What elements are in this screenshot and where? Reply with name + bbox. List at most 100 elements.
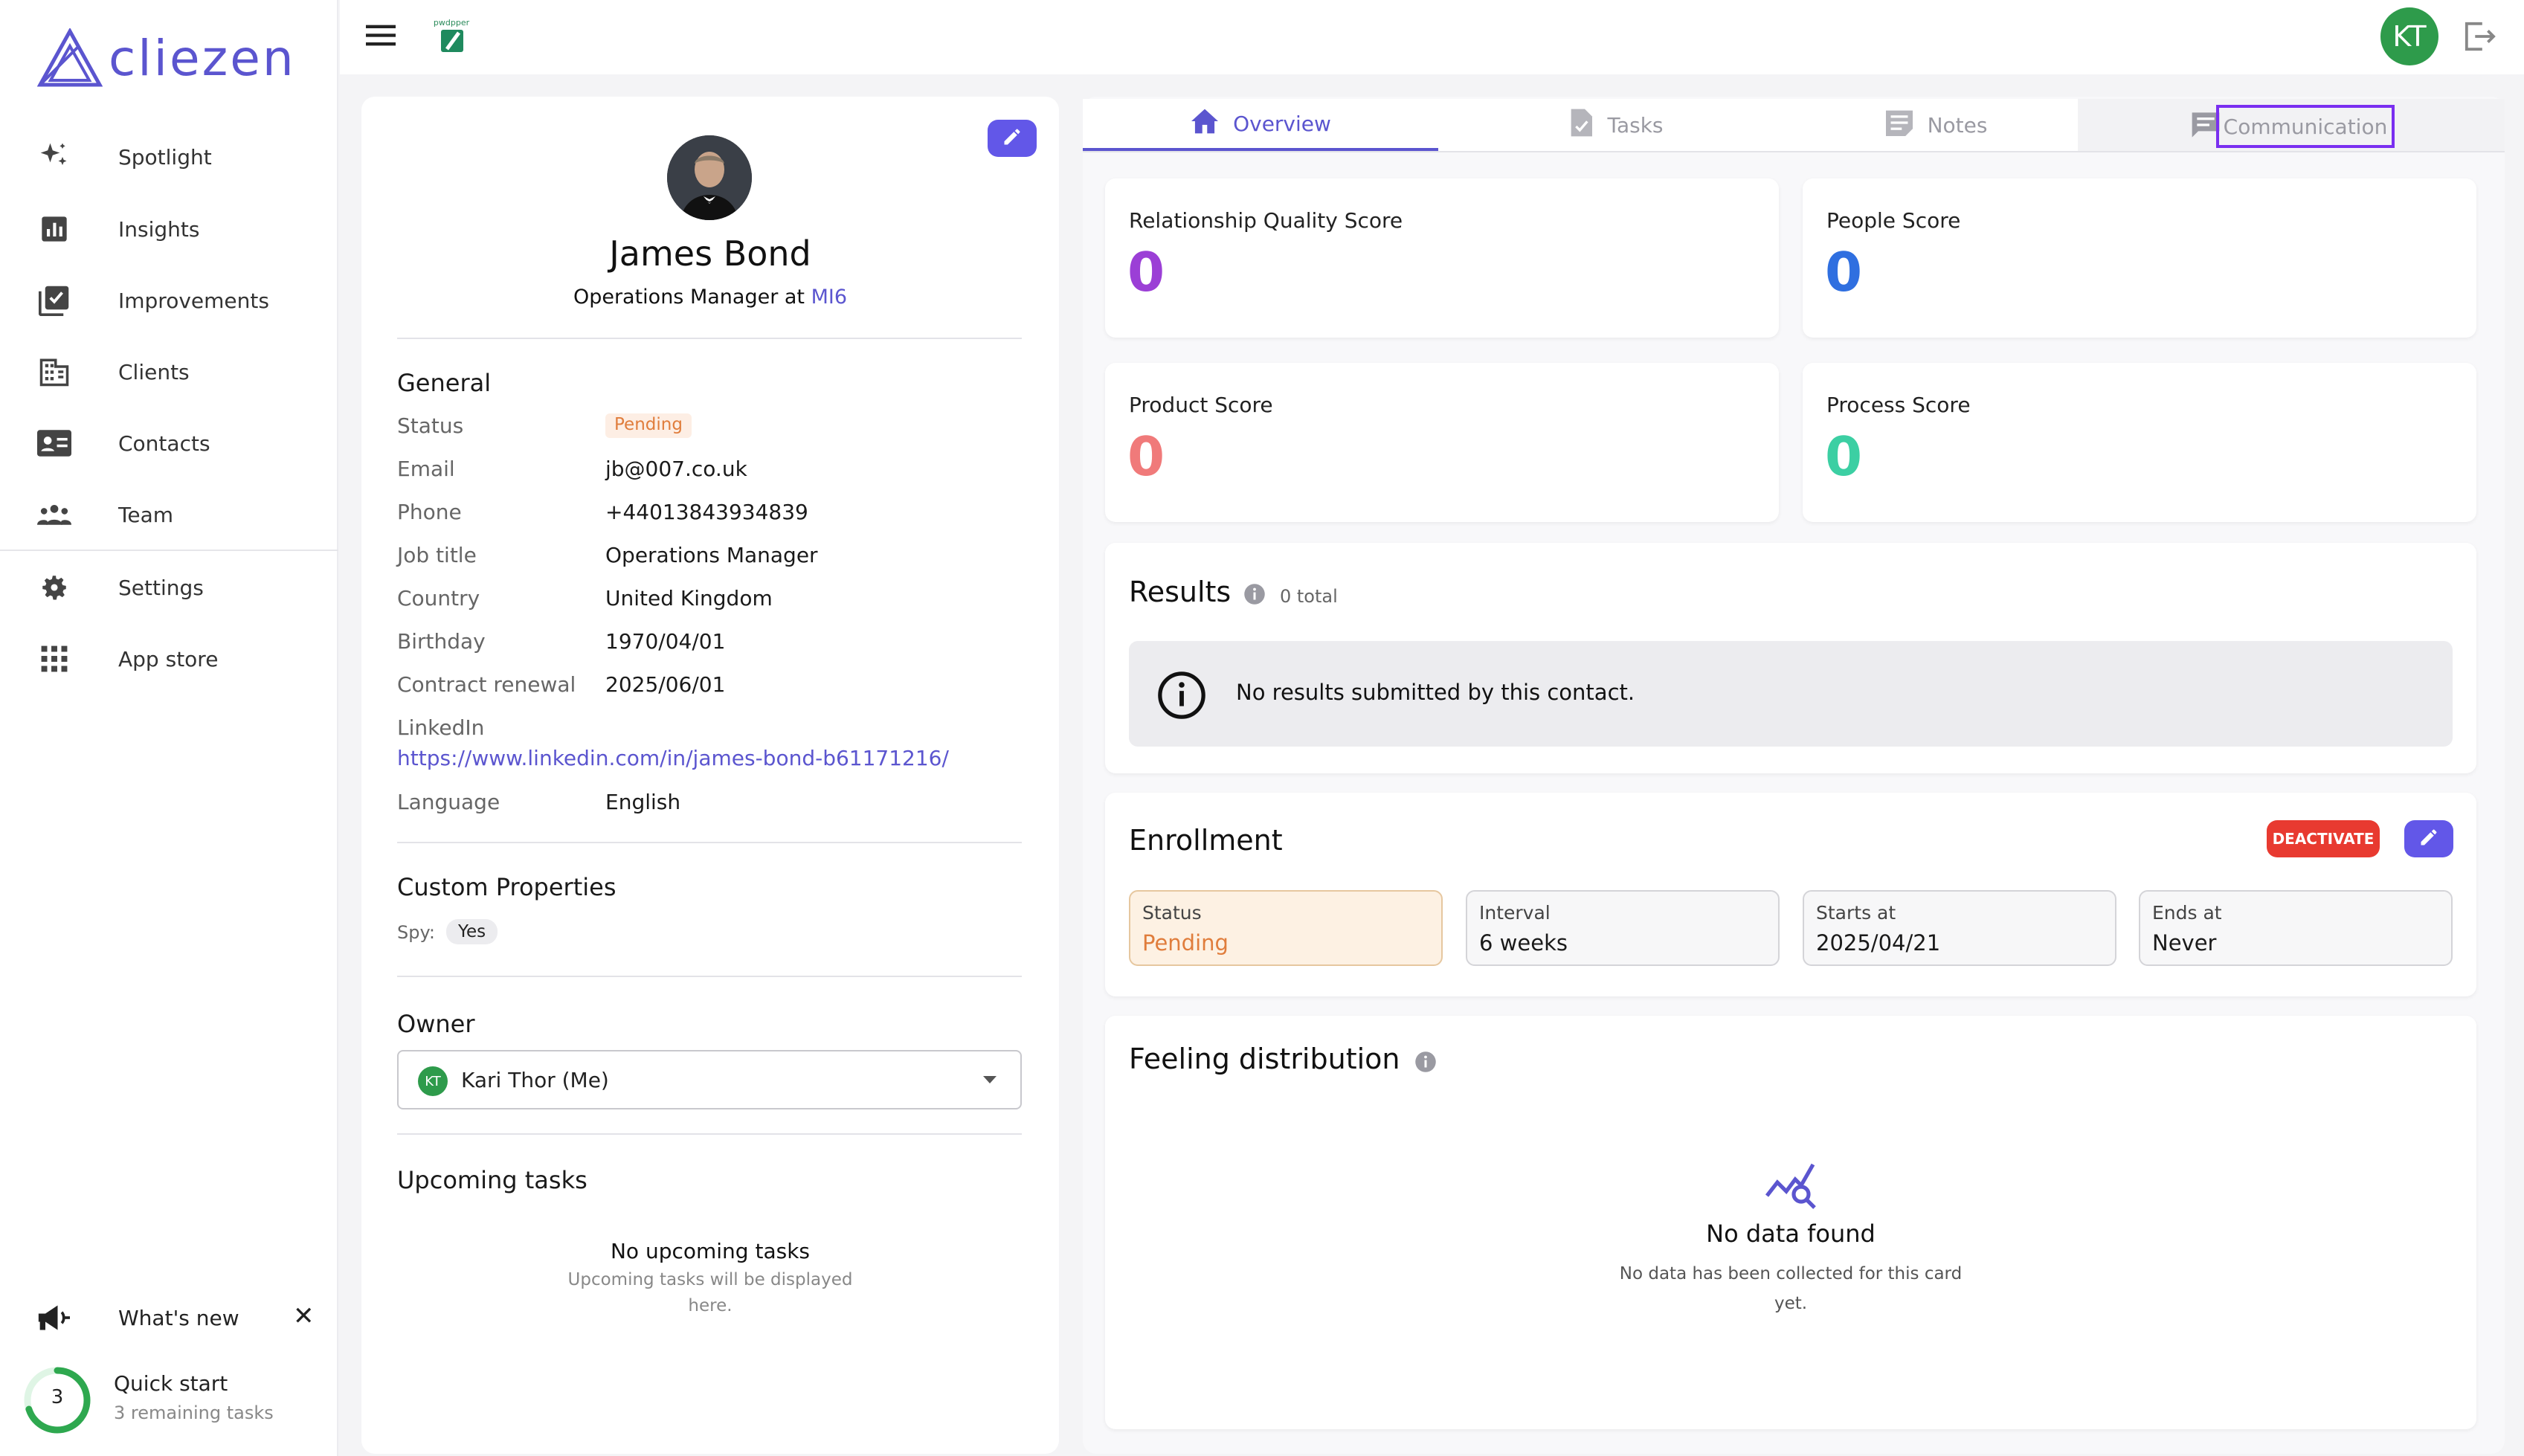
- tab-communication[interactable]: Communication: [2183, 99, 2407, 151]
- results-count: 0 total: [1280, 586, 1338, 607]
- logo-mark-icon: [37, 28, 103, 87]
- contact-role: Operations Manager at MI6: [361, 286, 1059, 309]
- score-value: 0: [1825, 425, 1863, 488]
- sidebar-item-label: Spotlight: [118, 144, 212, 170]
- contact-role-text: Operations Manager at: [573, 286, 811, 309]
- sidebar-item-insights[interactable]: Insights: [0, 199, 338, 259]
- contact-card-icon: [37, 426, 71, 460]
- logo-text: cliezen: [109, 29, 296, 87]
- sidebar-item-spotlight[interactable]: Spotlight: [0, 127, 338, 187]
- sidebar-item-app-store[interactable]: App store: [0, 629, 338, 689]
- sidebar-divider: [0, 550, 338, 551]
- field-value: jb@007.co.uk: [605, 457, 747, 481]
- user-initials: KT: [2392, 20, 2427, 53]
- field-phone: Phone +44013843934839: [397, 500, 808, 524]
- checklist-icon: [37, 283, 71, 318]
- enrollment-status-box: Status Pending: [1129, 890, 1443, 966]
- info-icon[interactable]: [1243, 583, 1266, 608]
- chart-icon: [37, 212, 71, 246]
- enrollment-label: Interval: [1479, 902, 1551, 924]
- field-label: Language: [397, 790, 500, 814]
- sidebar-item-label: Settings: [118, 575, 204, 600]
- whats-new-item[interactable]: What's new ✕: [0, 1292, 338, 1343]
- field-value: +44013843934839: [605, 500, 808, 524]
- upcoming-tasks-heading: Upcoming tasks: [397, 1166, 587, 1194]
- custom-properties-heading: Custom Properties: [397, 873, 616, 901]
- megaphone-icon: [36, 1301, 71, 1337]
- field-label: LinkedIn: [397, 715, 485, 740]
- cliezen-logo[interactable]: cliezen: [37, 28, 296, 88]
- hamburger-menu-icon[interactable]: [366, 22, 396, 51]
- edit-enrollment-button[interactable]: [2404, 820, 2453, 857]
- top-bar: pwdpper KT: [340, 0, 2524, 74]
- field-value: United Kingdom: [605, 586, 773, 611]
- enrollment-interval-box: Interval 6 weeks: [1466, 890, 1780, 966]
- tab-notes[interactable]: Notes: [1794, 99, 2078, 151]
- divider: [397, 338, 1022, 339]
- field-contract-renewal: Contract renewal 2025/06/01: [397, 672, 725, 697]
- sidebar-item-settings[interactable]: Settings: [0, 558, 338, 617]
- whats-new-label: What's new: [118, 1306, 239, 1330]
- logout-icon[interactable]: [2462, 21, 2496, 55]
- field-value: English: [605, 790, 681, 814]
- company-link[interactable]: MI6: [811, 286, 847, 309]
- enrollment-value: 6 weeks: [1479, 930, 1568, 956]
- people-score-card: People Score 0: [1803, 178, 2476, 338]
- tab-tasks[interactable]: Tasks: [1438, 99, 1794, 151]
- linkedin-link[interactable]: https://www.linkedin.com/in/james-bond-b…: [397, 746, 949, 770]
- sidebar-item-label: Clients: [118, 359, 190, 384]
- results-empty-alert: No results submitted by this contact.: [1129, 641, 2453, 747]
- feeling-distribution-heading: Feeling distribution: [1129, 1043, 1400, 1075]
- edit-profile-button[interactable]: [988, 120, 1037, 157]
- enrollment-label: Status: [1142, 902, 1202, 924]
- portrait-image: [667, 135, 752, 220]
- field-value: 1970/04/01: [605, 629, 726, 654]
- info-circle-icon: [1156, 669, 1208, 724]
- field-label: Status: [397, 413, 464, 438]
- quick-start-item[interactable]: 3 Quick start 3 remaining tasks: [0, 1362, 338, 1438]
- sidebar-item-label: Team: [118, 502, 174, 527]
- score-label: People Score: [1826, 208, 1961, 233]
- quick-start-subtitle: 3 remaining tasks: [114, 1402, 274, 1423]
- enrollment-label: Ends at: [2152, 902, 2222, 924]
- custom-property-chip: Yes: [446, 919, 498, 944]
- field-birthday: Birthday 1970/04/01: [397, 629, 725, 654]
- score-label: Product Score: [1129, 393, 1273, 417]
- status-badge: Pending: [605, 413, 692, 438]
- process-score-card: Process Score 0: [1803, 363, 2476, 522]
- score-label: Relationship Quality Score: [1129, 208, 1403, 233]
- product-score-card: Product Score 0: [1105, 363, 1779, 522]
- score-value: 0: [1127, 241, 1165, 303]
- quick-start-count: 3: [51, 1386, 64, 1408]
- results-heading: Results: [1129, 576, 1232, 608]
- sidebar-item-clients[interactable]: Clients: [0, 342, 338, 402]
- field-label: Contract renewal: [397, 672, 576, 697]
- field-label: Birthday: [397, 629, 486, 654]
- divider: [397, 976, 1022, 977]
- chevron-down-icon: [982, 1074, 998, 1088]
- enrollment-value: Pending: [1142, 930, 1229, 956]
- enrollment-value: Never: [2152, 930, 2217, 956]
- sidebar-item-team[interactable]: Team: [0, 485, 338, 544]
- field-country: Country United Kingdom: [397, 586, 773, 611]
- enrollment-starts-box: Starts at 2025/04/21: [1803, 890, 2116, 966]
- enrollment-label: Starts at: [1816, 902, 1896, 924]
- partner-logo-icon: [441, 30, 463, 52]
- owner-avatar: KT: [418, 1066, 448, 1096]
- contact-name: James Bond: [609, 233, 811, 274]
- field-linkedin: LinkedIn: [397, 715, 605, 740]
- deactivate-button[interactable]: DEACTIVATE: [2267, 820, 2380, 857]
- field-status: Status Pending: [397, 413, 692, 438]
- sidebar-item-improvements[interactable]: Improvements: [0, 271, 338, 330]
- field-language: Language English: [397, 790, 680, 814]
- tab-overview[interactable]: Overview: [1083, 99, 1438, 151]
- enrollment-ends-box: Ends at Never: [2139, 890, 2453, 966]
- sidebar-item-contacts[interactable]: Contacts: [0, 413, 338, 473]
- score-value: 0: [1825, 241, 1863, 303]
- info-icon[interactable]: [1414, 1051, 1437, 1076]
- close-icon[interactable]: ✕: [293, 1301, 315, 1331]
- user-avatar[interactable]: KT: [2380, 7, 2438, 65]
- score-value: 0: [1127, 425, 1165, 488]
- owner-select[interactable]: KT Kari Thor (Me): [397, 1050, 1022, 1109]
- no-tasks-line: Upcoming tasks will be displayed: [567, 1270, 853, 1289]
